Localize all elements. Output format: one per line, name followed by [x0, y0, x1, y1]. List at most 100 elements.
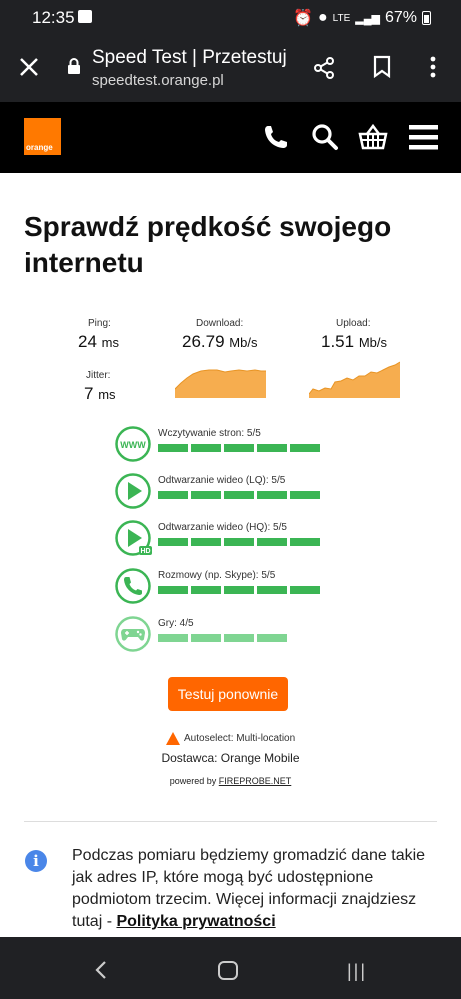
play-hd-icon: HD [115, 520, 152, 556]
score-bar [224, 538, 254, 546]
page-heading: Sprawdź prędkość swojego internetu [24, 211, 392, 278]
alarm-icon: ⏰ [293, 10, 313, 27]
upload-label: Upload: [336, 318, 371, 329]
score-bar [224, 586, 254, 594]
download-value: 26.79 Mb/s [182, 332, 257, 352]
score-bars [158, 444, 320, 452]
play-icon [115, 473, 151, 509]
www-icon: WWW [115, 426, 151, 462]
score-bars [158, 634, 287, 642]
logo-text: orange [26, 143, 53, 152]
download-unit: Mb/s [229, 335, 258, 350]
more-menu-icon[interactable] [430, 56, 436, 78]
quality-label: Odtwarzanie wideo (HQ): 5/5 [158, 522, 287, 533]
quality-row-video-hq: HD Odtwarzanie wideo (HQ): 5/5 [115, 520, 345, 560]
orange-logo[interactable]: orange [24, 118, 61, 155]
phone-icon [115, 568, 151, 604]
status-time: 12:35 [32, 8, 75, 27]
score-bar [191, 444, 221, 452]
server-autoselect[interactable]: Autoselect: Multi-location [166, 732, 295, 745]
quality-row-video-lq: Odtwarzanie wideo (LQ): 5/5 [115, 473, 345, 513]
home-icon[interactable] [218, 961, 238, 980]
jitter-number: 7 [84, 384, 94, 403]
lock-icon [68, 58, 80, 74]
download-graph [175, 369, 266, 398]
score-bar [257, 444, 287, 452]
score-bar [191, 634, 221, 642]
upload-value: 1.51 Mb/s [321, 332, 387, 352]
score-bars [158, 538, 320, 546]
search-icon[interactable] [311, 123, 339, 151]
score-bar [224, 634, 254, 642]
svg-text:HD: HD [140, 548, 150, 555]
gamepad-icon [115, 616, 151, 652]
phone-icon[interactable] [262, 123, 290, 151]
bookmark-icon[interactable] [372, 55, 392, 79]
score-bar [158, 586, 188, 594]
retest-button[interactable]: Testuj ponownie [168, 677, 288, 711]
jitter-value: 7 ms [84, 384, 116, 404]
network-type: LTE [332, 12, 351, 24]
quality-row-calls: Rozmowy (np. Skype): 5/5 [115, 568, 345, 608]
back-icon[interactable] [94, 959, 108, 981]
quality-row-games: Gry: 4/5 [115, 616, 345, 656]
svg-text:WWW: WWW [120, 440, 146, 450]
site-header: orange [0, 102, 461, 173]
quality-label: Gry: 4/5 [158, 618, 194, 629]
quality-label: Wczytywanie stron: 5/5 [158, 428, 261, 439]
ping-unit: ms [101, 335, 119, 350]
score-bar [290, 491, 320, 499]
jitter-label: Jitter: [86, 370, 111, 381]
status-icons: ⏰ ● LTE ▂▄▆ 67% [293, 8, 431, 28]
close-icon[interactable] [18, 56, 40, 78]
quality-label: Odtwarzanie wideo (LQ): 5/5 [158, 475, 286, 486]
ping-label: Ping: [88, 318, 111, 329]
score-bars [158, 586, 320, 594]
location-icon: ● [317, 9, 328, 26]
score-bar [191, 538, 221, 546]
triangle-icon [166, 732, 180, 745]
recent-apps-icon[interactable]: ||| [347, 961, 367, 982]
score-bar [224, 444, 254, 452]
score-bar [191, 491, 221, 499]
score-bar [257, 586, 287, 594]
share-icon[interactable] [312, 56, 336, 80]
jitter-unit: ms [98, 387, 116, 402]
gallery-notification-icon [78, 10, 92, 23]
powered-by: powered by FIREPROBE.NET [0, 776, 461, 786]
basket-icon[interactable] [358, 123, 388, 151]
score-bar [158, 444, 188, 452]
upload-graph [309, 361, 400, 398]
score-bar [290, 586, 320, 594]
page-url[interactable]: speedtest.orange.pl [92, 72, 224, 89]
score-bar [257, 634, 287, 642]
hamburger-menu-icon[interactable] [409, 123, 438, 151]
score-bar [158, 634, 188, 642]
score-bar [224, 491, 254, 499]
ping-value: 24 ms [78, 332, 119, 352]
battery-icon [422, 11, 431, 25]
score-bar [257, 491, 287, 499]
browser-toolbar: Speed Test | Przetestuj speedtest.orange… [0, 34, 461, 102]
battery-percent: 67% [384, 9, 417, 26]
page-title[interactable]: Speed Test | Przetestuj [92, 47, 292, 69]
signal-icon: ▂▄▆ [355, 12, 380, 25]
quality-row-web: WWW Wczytywanie stron: 5/5 [115, 426, 345, 466]
quality-label: Rozmowy (np. Skype): 5/5 [158, 570, 276, 581]
score-bar [158, 491, 188, 499]
fireprobe-link[interactable]: FIREPROBE.NET [219, 776, 292, 786]
privacy-notice: Podczas pomiaru będziemy gromadzić dane … [72, 845, 442, 933]
download-label: Download: [196, 318, 244, 329]
ping-number: 24 [78, 332, 97, 351]
score-bar [290, 538, 320, 546]
upload-number: 1.51 [321, 332, 355, 351]
status-bar: 12:35 ⏰ ● LTE ▂▄▆ 67% [0, 0, 461, 34]
score-bars [158, 491, 320, 499]
powered-prefix: powered by [169, 776, 217, 786]
provider-text: Dostawca: Orange Mobile [161, 751, 300, 765]
autoselect-text: Autoselect: Multi-location [184, 733, 296, 744]
system-nav-bar: ||| [0, 937, 461, 999]
score-bar [158, 538, 188, 546]
divider [24, 821, 437, 822]
privacy-policy-link[interactable]: Polityka prywatności [116, 913, 275, 930]
